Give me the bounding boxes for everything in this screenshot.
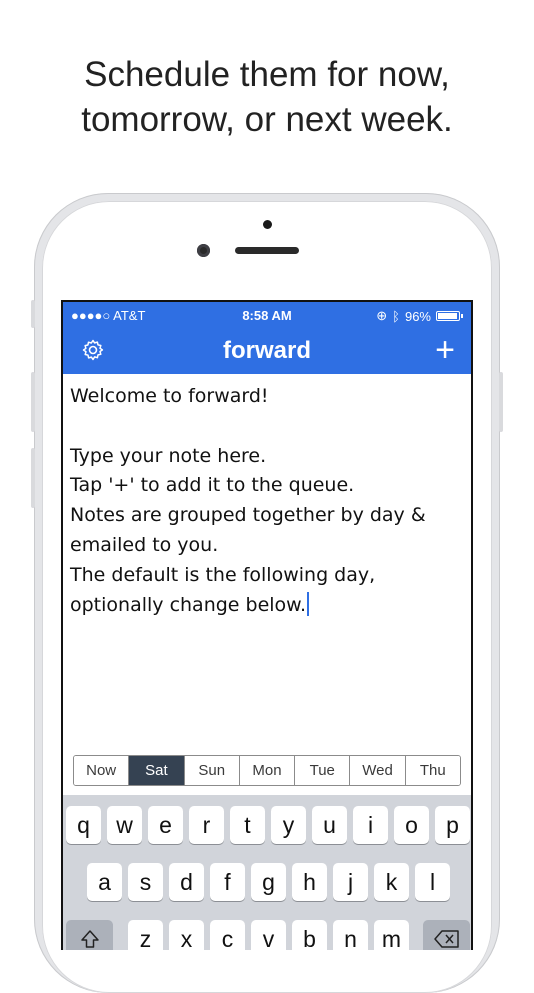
volume-down-button	[31, 448, 35, 508]
key-z[interactable]: z	[128, 920, 163, 950]
status-right: ⊕ ᛒ 96%	[376, 308, 463, 324]
day-option-tue[interactable]: Tue	[295, 756, 351, 785]
day-option-thu[interactable]: Thu	[405, 756, 460, 785]
note-line: Type your note here.	[70, 444, 267, 467]
note-line: Tap '+' to add it to the queue.	[70, 474, 355, 497]
key-d[interactable]: d	[169, 863, 204, 901]
volume-up-button	[31, 372, 35, 432]
key-c[interactable]: c	[210, 920, 245, 950]
key-b[interactable]: b	[292, 920, 327, 950]
day-option-now[interactable]: Now	[74, 756, 130, 785]
shift-icon	[80, 930, 99, 948]
key-l[interactable]: l	[415, 863, 450, 901]
mute-switch	[31, 300, 35, 328]
key-w[interactable]: w	[107, 806, 142, 844]
note-line: The default is the following day,	[70, 563, 376, 586]
delete-key[interactable]	[423, 920, 470, 950]
key-o[interactable]: o	[394, 806, 429, 844]
key-s[interactable]: s	[128, 863, 163, 901]
day-selector: Now Sat Sun Mon Tue Wed Thu	[73, 755, 461, 786]
key-u[interactable]: u	[312, 806, 347, 844]
phone-screen: ●●●●○ AT&T 8:58 AM ⊕ ᛒ 96% forward + Wel…	[61, 300, 473, 950]
key-v[interactable]: v	[251, 920, 286, 950]
note-line: Welcome to forward!	[70, 385, 269, 407]
key-y[interactable]: y	[271, 806, 306, 844]
battery-icon	[436, 311, 460, 321]
proximity-sensor	[263, 220, 272, 229]
nav-bar: forward +	[63, 328, 471, 374]
key-r[interactable]: r	[189, 806, 224, 844]
note-line: emailed to you.	[70, 533, 219, 556]
key-x[interactable]: x	[169, 920, 204, 950]
note-text-area[interactable]: Welcome to forward! Type your note here.…	[70, 382, 466, 620]
day-option-sat[interactable]: Sat	[129, 756, 185, 785]
key-n[interactable]: n	[333, 920, 368, 950]
key-k[interactable]: k	[374, 863, 409, 901]
note-line: optionally change below.	[70, 593, 307, 616]
day-option-wed[interactable]: Wed	[350, 756, 406, 785]
keyboard: q w e r t y u i o p a s d f g h j k l z …	[63, 795, 471, 950]
key-t[interactable]: t	[230, 806, 265, 844]
key-i[interactable]: i	[353, 806, 388, 844]
bluetooth-icon: ᛒ	[392, 308, 400, 324]
backspace-icon	[433, 930, 459, 948]
rotation-lock-icon: ⊕	[376, 308, 388, 323]
earpiece-speaker	[235, 247, 299, 254]
key-m[interactable]: m	[374, 920, 409, 950]
key-p[interactable]: p	[435, 806, 470, 844]
key-a[interactable]: a	[87, 863, 122, 901]
text-cursor	[307, 591, 310, 616]
front-camera	[197, 244, 210, 257]
shift-key[interactable]	[66, 920, 113, 950]
headline-line-1: Schedule them for now,	[84, 55, 450, 94]
key-q[interactable]: q	[66, 806, 101, 844]
status-bar: ●●●●○ AT&T 8:58 AM ⊕ ᛒ 96%	[63, 302, 471, 328]
day-option-sun[interactable]: Sun	[184, 756, 240, 785]
power-button	[499, 372, 503, 432]
note-line	[70, 412, 466, 442]
app-title: forward	[222, 337, 311, 364]
battery-percent: 96%	[404, 308, 431, 324]
key-e[interactable]: e	[148, 806, 183, 844]
headline: Schedule them for now, tomorrow, or next…	[0, 52, 534, 142]
note-line: Notes are grouped together by day &	[70, 504, 426, 527]
key-h[interactable]: h	[292, 863, 327, 901]
key-f[interactable]: f	[210, 863, 245, 901]
day-option-mon[interactable]: Mon	[239, 756, 296, 785]
headline-line-2: tomorrow, or next week.	[81, 100, 453, 139]
key-g[interactable]: g	[251, 863, 286, 901]
key-j[interactable]: j	[333, 863, 368, 901]
add-note-button[interactable]: +	[435, 332, 455, 368]
battery-tip	[461, 314, 463, 318]
note-line-last: optionally change below.	[70, 591, 466, 621]
